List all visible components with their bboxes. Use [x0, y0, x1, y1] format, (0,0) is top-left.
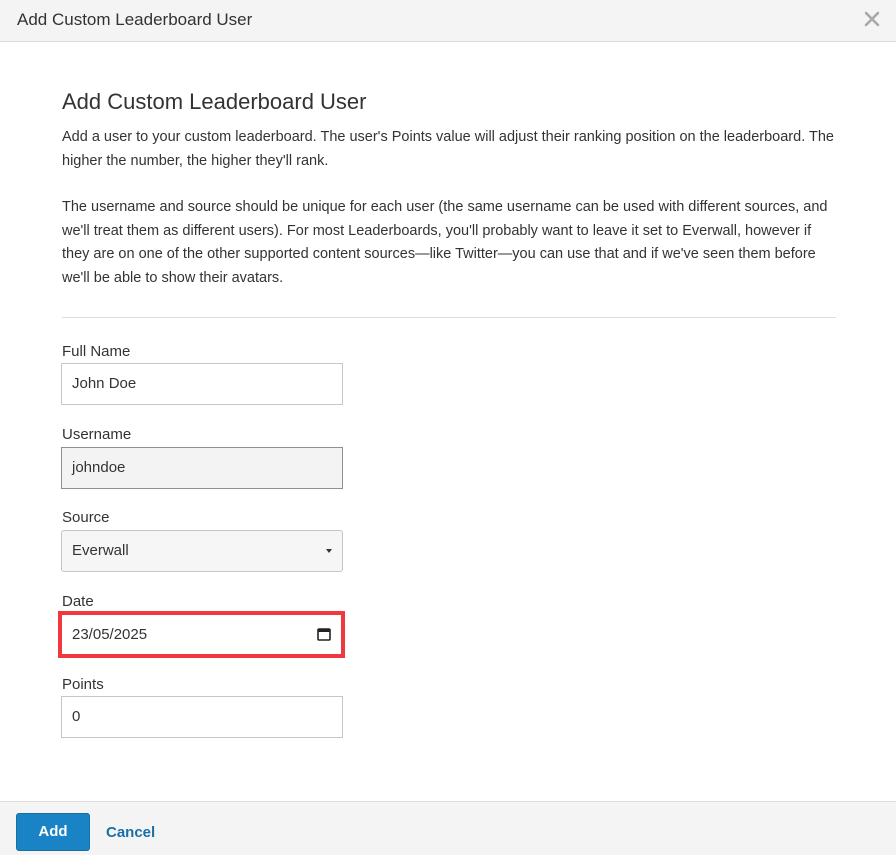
username-label: Username [62, 426, 132, 443]
username-input[interactable]: johndoe [61, 447, 343, 489]
form-heading: Add Custom Leaderboard User [62, 89, 367, 114]
full-name-input[interactable]: John Doe [61, 363, 343, 405]
points-input[interactable]: 0 [61, 696, 343, 738]
cancel-link[interactable]: Cancel [106, 824, 155, 842]
source-select[interactable]: Everwall [61, 530, 343, 572]
source-selected-value: Everwall [72, 542, 129, 559]
description-paragraph-2: The username and source should be unique… [62, 199, 828, 286]
divider [62, 317, 836, 318]
caret-down-icon [326, 549, 332, 553]
close-button[interactable] [862, 9, 882, 29]
source-label: Source [62, 509, 110, 526]
date-value: 23/05/2025 [72, 626, 148, 643]
full-name-label: Full Name [62, 343, 131, 360]
date-input[interactable]: 23/05/2025 [62, 615, 341, 654]
points-label: Points [62, 676, 104, 693]
description-paragraph-1: Add a user to your custom leaderboard. T… [62, 129, 834, 169]
modal-footer: Add Cancel [0, 801, 896, 855]
add-user-modal: Add Custom Leaderboard User Add Custom L… [0, 0, 896, 855]
close-icon [864, 11, 880, 27]
calendar-icon[interactable] [317, 627, 331, 641]
add-button[interactable]: Add [16, 813, 90, 851]
date-label: Date [62, 593, 94, 610]
modal-title: Add Custom Leaderboard User [17, 10, 253, 29]
modal-header: Add Custom Leaderboard User [0, 0, 896, 42]
